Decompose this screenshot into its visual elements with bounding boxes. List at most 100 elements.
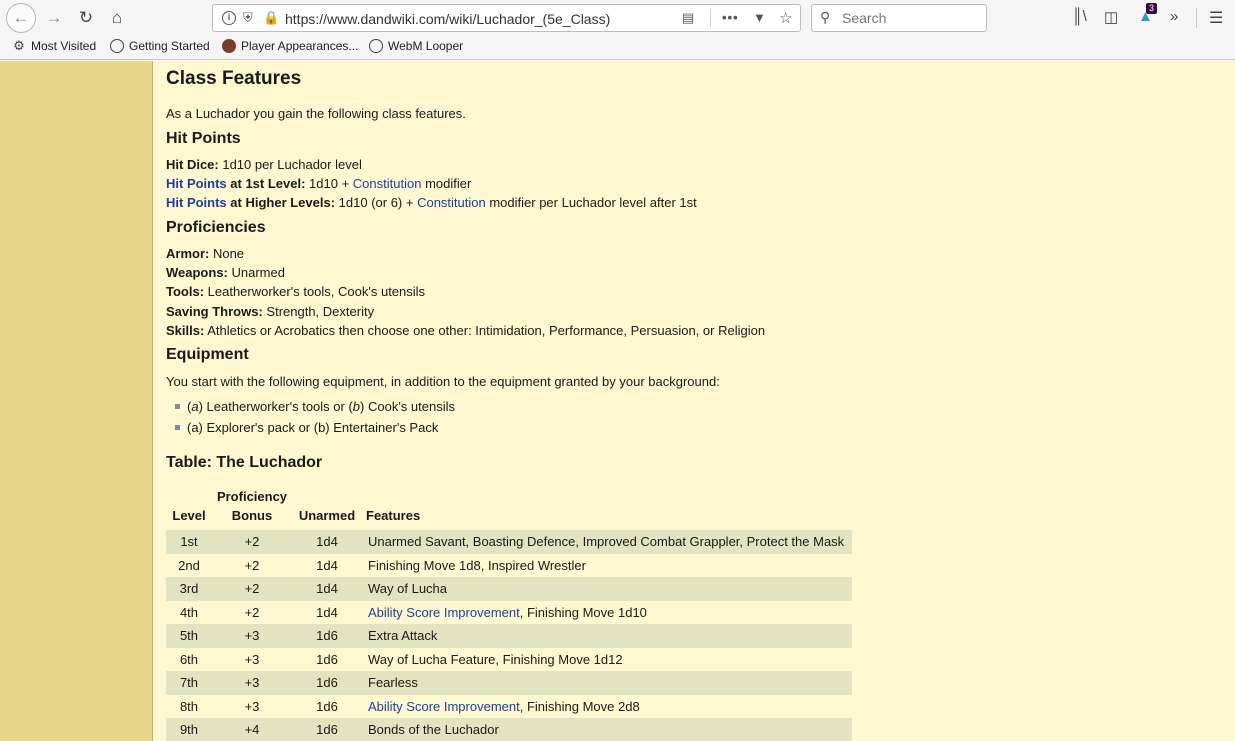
bookmarks-toolbar: ⚙ Most Visited Getting Started Player Ap… (0, 36, 1235, 60)
back-button[interactable]: ← (6, 3, 36, 33)
hp-higher-label: at Higher Levels: (226, 195, 336, 210)
home-icon: ⌂ (111, 8, 123, 27)
back-arrow-icon: ← (12, 8, 30, 27)
level-cell: 3rd (166, 577, 212, 601)
reload-icon: ↻ (78, 8, 94, 27)
weapons-label: Weapons: (166, 265, 228, 280)
features-cell: Way of Lucha Feature, Finishing Move 1d1… (362, 648, 852, 672)
bookmark-getting-started[interactable]: Getting Started (110, 39, 210, 53)
weapons-value: Unarmed (227, 265, 285, 280)
bookmark-label: Most Visited (31, 39, 97, 53)
unarmed-cell: 1d6 (316, 698, 338, 714)
url-bar[interactable]: i ⛨ 🔒 https://www.dandwiki.com/wiki/Luch… (212, 4, 801, 32)
bookmark-label: WebM Looper (388, 39, 464, 53)
col-header-proficiency-bonus: Proficiency Bonus (216, 489, 288, 523)
unarmed-cell: 1d6 (292, 624, 362, 648)
search-bar[interactable]: ⚲ (811, 4, 987, 32)
level-cell: 1st (166, 530, 212, 554)
gear-icon: ⚙ (13, 38, 25, 53)
equipment-item-1: (a) Leatherworker's tools or (b) Cook's … (187, 399, 455, 414)
lock-icon[interactable]: 🔒 (263, 10, 279, 26)
bookmark-webm-looper[interactable]: WebM Looper (369, 39, 463, 53)
armor-value: None (209, 246, 245, 261)
table-row: 5th +3 1d6 Extra Attack (166, 624, 852, 648)
reader-view-icon[interactable]: ▤ (682, 10, 694, 26)
hit-points-link[interactable]: Hit Points (166, 176, 227, 191)
browser-toolbar: ← → ↻ ⌂ i ⛨ 🔒 https://www.dandwiki.com/w… (0, 0, 1235, 36)
hit-dice-value: 1d10 per Luchador level (218, 157, 362, 172)
search-input[interactable] (842, 9, 982, 27)
skills-value: Athletics or Acrobatics then choose one … (204, 323, 766, 338)
ability-score-improvement-link[interactable]: Ability Score Improvement (368, 605, 520, 620)
bookmark-most-visited[interactable]: ⚙ Most Visited (12, 38, 97, 54)
forward-arrow-icon: → (45, 8, 63, 27)
library-icon[interactable]: ║\ (1072, 8, 1087, 25)
bonus-cell: +4 (212, 718, 292, 741)
tools-value: Leatherworker's tools, Cook's utensils (204, 284, 426, 299)
shield-icon[interactable]: ⛨ (243, 10, 253, 26)
bonus-cell: +3 (244, 651, 260, 667)
features-text: , Finishing Move 1d10 (519, 604, 647, 620)
features-cell: Unarmed Savant, Boasting Defence, Improv… (362, 530, 852, 554)
equipment-item-2: (a) Explorer's pack or (b) Entertainer's… (187, 420, 439, 435)
unarmed-cell: 1d4 (292, 577, 362, 601)
skills-line: Skills: Athletics or Acrobatics then cho… (166, 323, 765, 338)
forward-button[interactable]: → (40, 4, 68, 32)
more-actions-icon[interactable]: ••• (722, 10, 739, 25)
globe-icon (369, 39, 383, 53)
bookmark-player-appearances[interactable]: Player Appearances... (222, 39, 358, 53)
unarmed-cell: 1d6 (292, 671, 362, 695)
bullet-icon (175, 404, 180, 409)
hamburger-menu-icon[interactable]: ☰ (1209, 8, 1223, 28)
level-cell: 5th (166, 624, 212, 648)
constitution-link[interactable]: Constitution (417, 195, 486, 210)
table-row: 4th +2 1d4 Ability Score Improvement, Finis… (166, 601, 852, 625)
home-button[interactable]: ⌂ (103, 4, 131, 32)
equipment-heading: Equipment (166, 346, 249, 363)
ability-score-improvement-link[interactable]: Ability Score Improvement (368, 699, 520, 714)
url-text[interactable]: https://www.dandwiki.com/wiki/Luchador_(… (285, 11, 610, 27)
features-text: Way of Lucha Feature, Finishing Move 1d1… (368, 651, 623, 667)
unarmed-cell: 1d4 (316, 604, 338, 620)
features-text: Finishing Move 1d8, Inspired Wrestler (368, 557, 586, 573)
armor-line: Armor: None (166, 246, 244, 261)
hp-first-suffix: modifier (421, 176, 472, 191)
hp-first-value: 1d10 + (305, 176, 353, 191)
saving-throws-label: Saving Throws: (166, 304, 263, 319)
proficiencies-heading: Proficiencies (166, 219, 266, 236)
table-row: 7th +3 1d6 Fearless (166, 671, 852, 695)
tools-label: Tools: (166, 284, 205, 299)
col-header-level: Level (172, 508, 206, 523)
level-cell: 7th (166, 671, 212, 695)
unarmed-cell: 1d6 (292, 718, 362, 741)
sidebar-icon[interactable]: ◫ (1104, 8, 1118, 26)
features-cell: Finishing Move 1d8, Inspired Wrestler (362, 554, 852, 578)
saving-throws-value: Strength, Dexterity (262, 304, 375, 319)
features-text: Bonds of the Luchador (368, 722, 499, 738)
globe-icon (110, 39, 124, 53)
info-icon[interactable]: i (222, 11, 236, 25)
reload-button[interactable]: ↻ (72, 4, 100, 32)
constitution-link[interactable]: Constitution (353, 176, 422, 191)
weapons-line: Weapons: Unarmed (166, 265, 285, 280)
left-sidebar (0, 61, 153, 741)
level-cell: 9th (166, 718, 212, 741)
hit-points-link[interactable]: Hit Points (166, 195, 227, 210)
hp-higher-suffix: modifier per Luchador level after 1st (485, 195, 697, 210)
pocket-icon[interactable]: ▼ (753, 10, 766, 25)
features-cell: Extra Attack (362, 624, 852, 648)
hit-points-heading: Hit Points (166, 130, 241, 147)
col-header-unarmed: Unarmed (298, 508, 356, 523)
features-text: Way of Lucha (368, 581, 448, 597)
overflow-icon[interactable]: » (1170, 8, 1178, 25)
luchador-table: Level Proficiency Bonus Unarmed Features … (166, 487, 852, 741)
table-row: 6th +3 1d6 Way of Lucha Feature, Finishing … (166, 648, 852, 672)
hp-higher-levels-line: Hit Points at Higher Levels: 1d10 (or 6)… (166, 195, 697, 210)
intro-text: As a Luchador you gain the following cla… (166, 106, 466, 121)
hit-dice-line: Hit Dice: 1d10 per Luchador level (166, 157, 362, 172)
unarmed-cell: 1d4 (292, 530, 362, 554)
star-icon[interactable]: ☆ (779, 9, 792, 27)
bookmark-label: Player Appearances... (241, 39, 359, 53)
level-cell: 8th (179, 698, 199, 714)
table-row: 9th +4 1d6 Bonds of the Luchador (166, 718, 852, 741)
